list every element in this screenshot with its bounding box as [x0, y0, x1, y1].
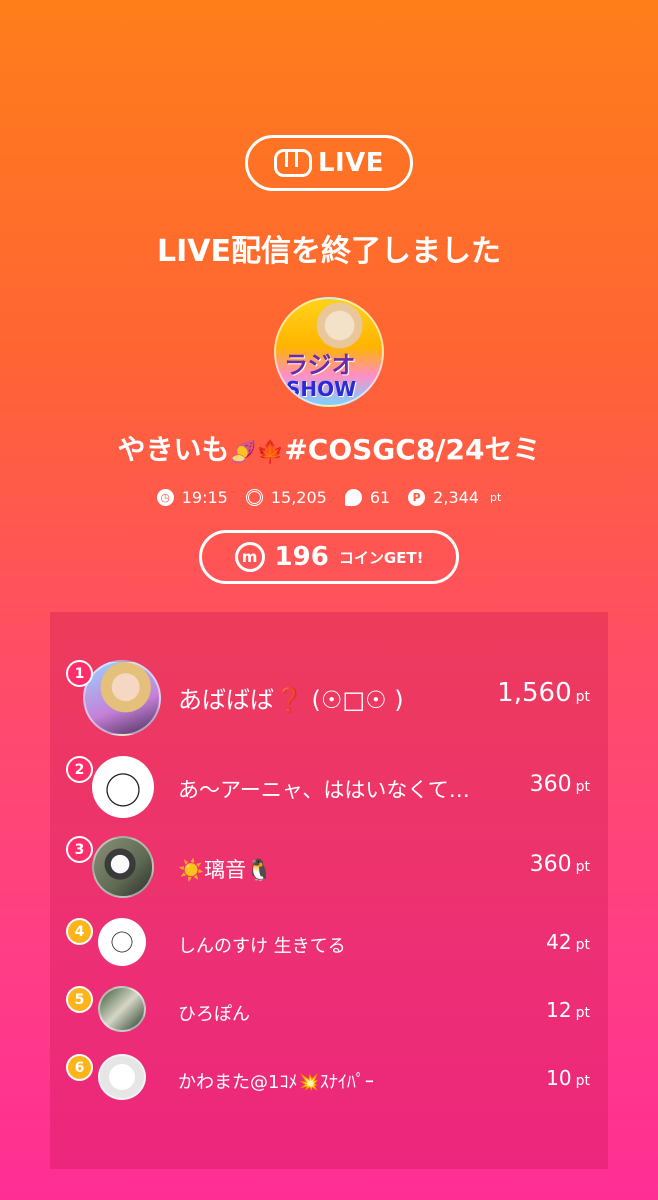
points-unit: pt: [575, 689, 590, 705]
points-icon: P: [408, 489, 426, 506]
streamer-avatar[interactable]: ラジオ SHOW: [274, 297, 384, 407]
ranking-name: ひろぽん: [178, 1004, 250, 1025]
live-title-prefix: やきいも: [117, 433, 230, 466]
comments-value: 61: [369, 488, 391, 507]
ranking-points: 1,560 pt: [497, 678, 590, 708]
points-number: 10: [546, 1066, 572, 1090]
views-value: 15,205: [270, 488, 327, 507]
ranking-row-6[interactable]: 6 かわまた@1ｺﾒ💥ｽﾅｲﾊﾟｰ 10 pt: [50, 1054, 608, 1102]
points-unit: pt: [575, 859, 590, 875]
points-unit: pt: [575, 1073, 590, 1089]
ranking-name: ☀️璃音🐧: [178, 858, 273, 882]
coin-amount: 196: [274, 542, 329, 572]
points-unit: pt: [575, 1005, 590, 1021]
ranking-points: 12 pt: [546, 998, 590, 1022]
avatar[interactable]: [98, 1054, 146, 1100]
points-unit: pt: [575, 937, 590, 953]
live-ended-title: LIVE配信を終了しました: [157, 234, 501, 269]
live-stats: ◷ 19:15 15,205 61 P 2,344 pt: [0, 488, 658, 507]
ranking-row-5[interactable]: 5 ひろぽん 12 pt: [50, 986, 608, 1034]
coin-get-badge: m 196 コインGET!: [199, 530, 459, 584]
ranking-row-3[interactable]: 3 ☀️璃音🐧 360 pt: [50, 836, 608, 900]
maple-leaf-emoji: 🍁: [256, 440, 285, 465]
duration-value: 19:15: [181, 488, 228, 507]
ranking-row-4[interactable]: 4 しんのすけ 生きてる 42 pt: [50, 918, 608, 968]
avatar[interactable]: [83, 660, 161, 736]
points-unit: pt: [489, 491, 502, 504]
avatar-text-radio: ラジオ: [284, 351, 356, 379]
stat-comments: 61: [344, 488, 391, 507]
live-title: やきいも🍠🍁#COSGC8/24セミ: [0, 428, 658, 468]
avatar-text-show: SHOW: [286, 377, 357, 401]
ranking-row-2[interactable]: 2 あ〜アーニャ、ははいなくて… 360 pt: [50, 756, 608, 820]
stat-duration: ◷ 19:15: [156, 488, 228, 507]
ranking-points: 10 pt: [546, 1066, 590, 1090]
rank-badge: 6: [66, 1054, 93, 1081]
points-value: 2,344: [433, 488, 479, 507]
rank-badge: 4: [66, 918, 93, 945]
rank-badge: 1: [66, 660, 93, 687]
coin-label: コインGET!: [338, 548, 424, 567]
mixchannel-live-logo: LIVE: [245, 135, 413, 191]
ranking-name: あ〜アーニャ、ははいなくて…: [178, 778, 470, 802]
live-title-suffix: #COSGC8/24セミ: [284, 433, 541, 466]
ranking-points: 360 pt: [530, 852, 590, 877]
ranking-points: 42 pt: [546, 930, 590, 954]
avatar[interactable]: [98, 986, 146, 1032]
comment-bubble-icon: [344, 489, 362, 506]
rank-badge: 2: [66, 756, 93, 783]
logo-text: LIVE: [317, 148, 385, 178]
avatar[interactable]: [92, 756, 154, 818]
points-number: 360: [529, 772, 572, 797]
sweet-potato-emoji: 🍠: [229, 440, 257, 465]
ranking-name: あばばば❓ (☉□☉ ): [178, 686, 404, 714]
coin-icon: m: [234, 542, 265, 572]
gift-ranking-panel: 1 あばばば❓ (☉□☉ ) 1,560 pt 2 あ〜アーニャ、ははいなくて… …: [50, 612, 608, 1169]
rank-badge: 5: [66, 986, 93, 1013]
clock-icon: ◷: [156, 489, 174, 506]
ranking-name: しんのすけ 生きてる: [178, 936, 346, 957]
stat-views: 15,205: [245, 488, 327, 507]
ranking-points: 360 pt: [530, 772, 590, 797]
points-number: 360: [529, 852, 572, 877]
viewers-icon: [245, 489, 263, 506]
avatar[interactable]: [98, 918, 146, 966]
m-logo-icon: [273, 149, 312, 177]
points-number: 12: [546, 998, 572, 1022]
ranking-row-1[interactable]: 1 あばばば❓ (☉□☉ ) 1,560 pt: [50, 656, 608, 736]
ranking-name: かわまた@1ｺﾒ💥ｽﾅｲﾊﾟｰ: [178, 1072, 374, 1093]
points-unit: pt: [575, 779, 590, 795]
rank-badge: 3: [66, 836, 93, 863]
stat-points: P 2,344 pt: [408, 488, 501, 507]
points-number: 42: [546, 930, 572, 954]
points-number: 1,560: [497, 678, 572, 708]
avatar[interactable]: [92, 836, 154, 898]
